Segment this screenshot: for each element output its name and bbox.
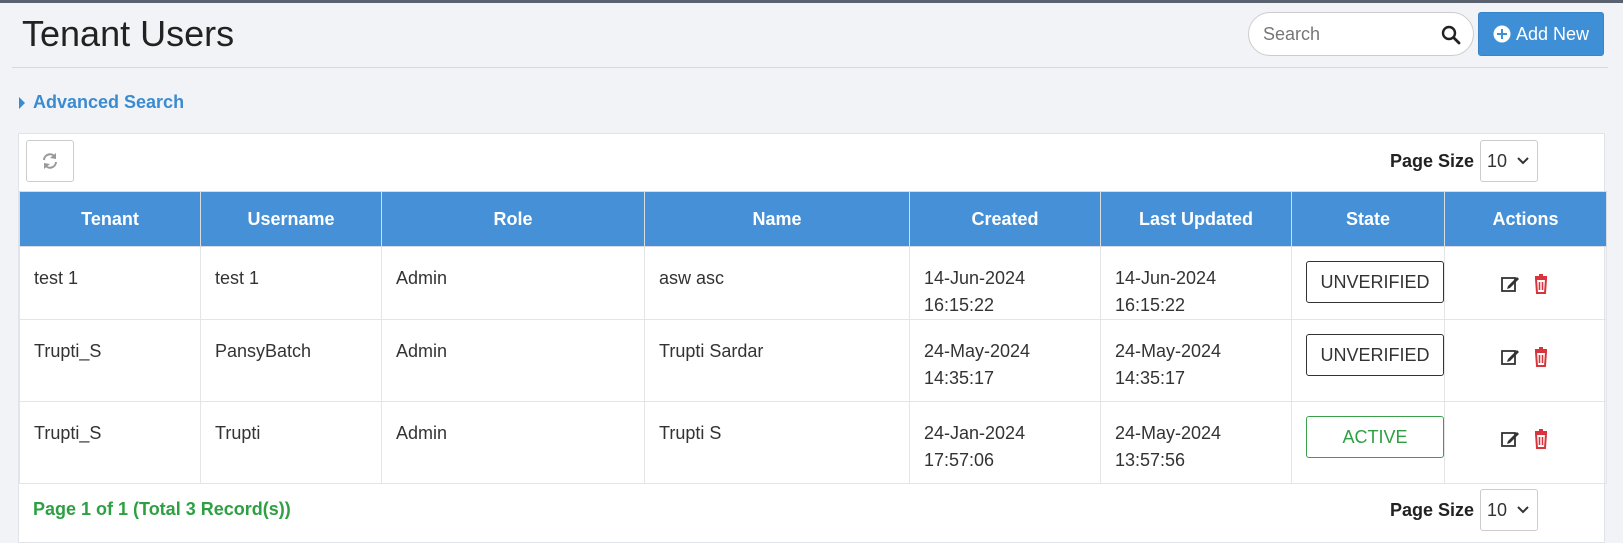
- state-badge[interactable]: UNVERIFIED: [1306, 334, 1444, 376]
- page-title: Tenant Users: [22, 13, 235, 54]
- edit-icon[interactable]: [1500, 429, 1520, 449]
- refresh-button[interactable]: [26, 140, 74, 182]
- cell-tenant: test 1: [19, 246, 201, 320]
- cell-tenant: Trupti_S: [19, 319, 201, 402]
- cell-state: ACTIVE: [1291, 401, 1445, 484]
- trash-icon[interactable]: [1531, 347, 1551, 368]
- cell-actions: [1444, 401, 1607, 484]
- cell-actions: [1444, 246, 1607, 320]
- trash-icon[interactable]: [1531, 274, 1551, 295]
- page-size-select[interactable]: 10: [1480, 489, 1539, 531]
- cell-role: Admin: [381, 401, 645, 484]
- cell-created: 24-Jan-2024 17:57:06: [909, 401, 1101, 484]
- plus-circle-icon: [1493, 25, 1511, 43]
- cell-state: UNVERIFIED: [1291, 246, 1445, 320]
- col-header-name[interactable]: Name: [644, 191, 910, 247]
- col-header-tenant[interactable]: Tenant: [19, 191, 201, 247]
- cell-actions: [1444, 319, 1607, 402]
- advanced-search-toggle[interactable]: Advanced Search: [19, 92, 184, 113]
- cell-tenant: Trupti_S: [19, 401, 201, 484]
- table-row: test 1 test 1 Admin asw asc 14-Jun-2024 …: [19, 246, 1607, 320]
- cell-role: Admin: [381, 319, 645, 402]
- cell-username: Trupti: [200, 401, 382, 484]
- edit-icon[interactable]: [1500, 347, 1520, 367]
- search-box[interactable]: [1248, 12, 1474, 56]
- cell-last-updated: 14-Jun-2024 16:15:22: [1100, 246, 1292, 320]
- cell-role: Admin: [381, 246, 645, 320]
- chevron-down-icon: [1517, 157, 1529, 165]
- page-size-label: Page Size: [1390, 150, 1475, 171]
- add-new-button[interactable]: Add New: [1478, 12, 1604, 56]
- page-size-value: 10: [1487, 151, 1508, 171]
- state-badge[interactable]: UNVERIFIED: [1306, 261, 1444, 303]
- cell-name: asw asc: [644, 246, 910, 320]
- advanced-search-label: Advanced Search: [33, 92, 185, 112]
- cell-created: 14-Jun-2024 16:15:22: [909, 246, 1101, 320]
- search-icon[interactable]: [1441, 25, 1461, 45]
- page-header: Tenant Users Add New: [12, 3, 1608, 68]
- search-input[interactable]: [1263, 21, 1433, 47]
- page-size-label: Page Size: [1390, 499, 1475, 520]
- users-table-panel: Page Size 10 Tenant Username Role Name C…: [18, 133, 1607, 543]
- col-header-role[interactable]: Role: [381, 191, 645, 247]
- trash-icon[interactable]: [1531, 429, 1551, 450]
- state-badge[interactable]: ACTIVE: [1306, 416, 1444, 458]
- caret-right-icon: [19, 96, 25, 109]
- cell-state: UNVERIFIED: [1291, 319, 1445, 402]
- cell-created: 24-May-2024 14:35:17: [909, 319, 1101, 402]
- cell-last-updated: 24-May-2024 14:35:17: [1100, 319, 1292, 402]
- add-new-label: Add New: [1515, 23, 1590, 44]
- col-header-created[interactable]: Created: [909, 191, 1101, 247]
- cell-username: PansyBatch: [200, 319, 382, 402]
- page-size-select[interactable]: 10: [1480, 140, 1539, 182]
- cell-name: Trupti S: [644, 401, 910, 484]
- table-header-row: Tenant Username Role Name Created Last U…: [19, 191, 1607, 247]
- page-size-value: 10: [1487, 500, 1508, 520]
- col-header-username[interactable]: Username: [200, 191, 382, 247]
- table-row: Trupti_S Trupti Admin Trupti S 24-Jan-20…: [19, 401, 1607, 484]
- col-header-last-updated[interactable]: Last Updated: [1100, 191, 1292, 247]
- chevron-down-icon: [1517, 506, 1529, 514]
- cell-username: test 1: [200, 246, 382, 320]
- page-size-bottom: Page Size 10: [1390, 489, 1539, 531]
- refresh-icon: [43, 153, 57, 169]
- users-table: Tenant Username Role Name Created Last U…: [19, 191, 1607, 484]
- pagination-status: Page 1 of 1 (Total 3 Record(s)): [33, 499, 291, 519]
- cell-name: Trupti Sardar: [644, 319, 910, 402]
- cell-last-updated: 24-May-2024 13:57:56: [1100, 401, 1292, 484]
- col-header-state[interactable]: State: [1291, 191, 1445, 247]
- col-header-actions: Actions: [1444, 191, 1607, 247]
- page-size-top: Page Size 10: [1390, 140, 1539, 182]
- edit-icon[interactable]: [1500, 274, 1520, 294]
- table-row: Trupti_S PansyBatch Admin Trupti Sardar …: [19, 319, 1607, 402]
